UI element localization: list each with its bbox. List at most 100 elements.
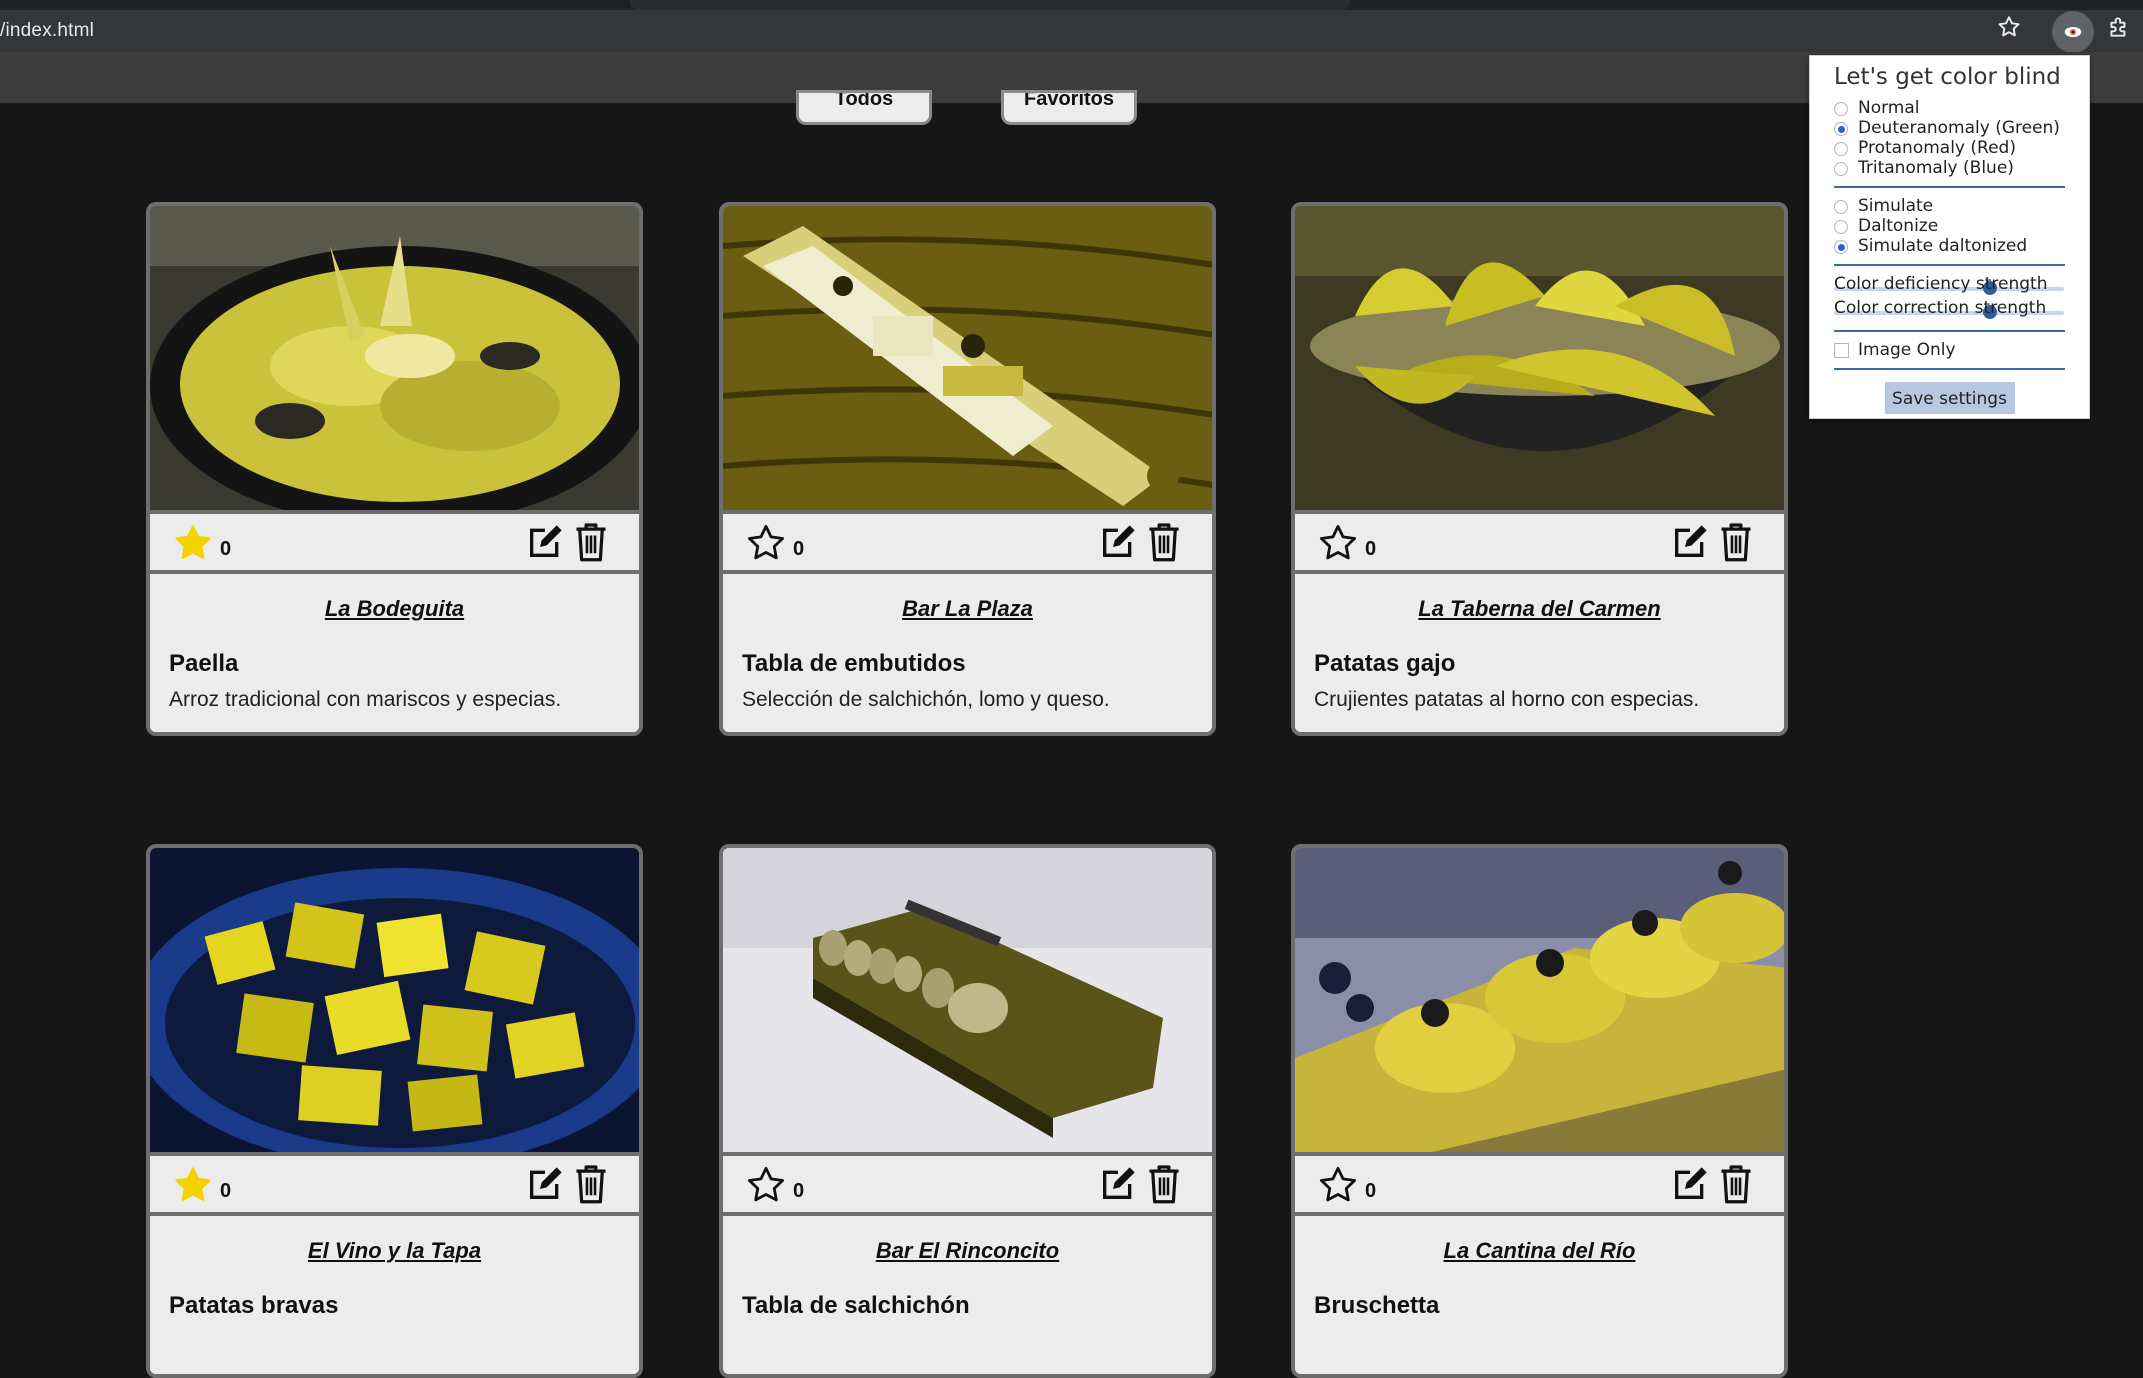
deficiency-label: Color deficiency strength (1834, 274, 2048, 294)
favorite-star-outline-icon[interactable] (1317, 522, 1359, 564)
dish-name: Tabla de embutidos (742, 650, 966, 677)
image-only-option[interactable]: Image Only (1834, 340, 2065, 360)
edit-icon[interactable] (525, 522, 565, 562)
favorite-count: 0 (1365, 538, 1377, 560)
popup-title: Let's get color blind (1834, 64, 2061, 90)
dish-card: 0 Bar La Plaza Tabla de embutidos Selecc… (719, 202, 1216, 736)
trash-icon[interactable] (571, 1163, 611, 1205)
edit-icon[interactable] (1098, 522, 1138, 562)
favorite-count: 0 (1365, 1180, 1377, 1202)
option-protanomaly[interactable]: Protanomaly (Red) (1834, 138, 2065, 158)
restaurant-link[interactable]: La Cantina del Río (1314, 1238, 1765, 1264)
card-actions: 0 (1295, 514, 1784, 574)
radio-protanomaly[interactable] (1834, 142, 1848, 156)
dish-card: 0 Bar El Rinconcito Tabla de salchichón (719, 844, 1216, 1378)
dish-name: Patatas bravas (169, 1292, 339, 1319)
mode-daltonize[interactable]: Daltonize (1834, 216, 2065, 236)
edit-icon[interactable] (1670, 522, 1710, 562)
favorite-count: 0 (220, 538, 232, 560)
restaurant-link[interactable]: La Bodeguita (169, 596, 620, 622)
restaurant-link[interactable]: Bar La Plaza (742, 596, 1193, 622)
radio-tritanomaly[interactable] (1834, 162, 1848, 176)
option-deuteranomaly[interactable]: Deuteranomaly (Green) (1834, 118, 2065, 138)
option-label: Deuteranomaly (Green) (1858, 118, 2060, 138)
option-label: Protanomaly (Red) (1858, 138, 2016, 158)
dish-card: 0 La Bodeguita Paella Arroz tradicional … (146, 202, 643, 736)
puzzle-icon[interactable] (2106, 14, 2132, 40)
card-actions: 0 (150, 514, 639, 574)
radio-simulate-daltonized[interactable] (1834, 240, 1848, 254)
tab-strip (0, 0, 2143, 10)
dish-card: 0 El Vino y la Tapa Patatas bravas (146, 844, 643, 1378)
dish-image-patatas-gajo (1295, 206, 1784, 514)
card-body: Bar La Plaza Tabla de embutidos Selecció… (723, 574, 1212, 732)
eye-icon (2064, 26, 2082, 38)
option-label: Tritanomaly (Blue) (1858, 158, 2014, 178)
browser-toolbar: /index.html (0, 0, 2143, 53)
favorite-count: 0 (793, 538, 805, 560)
card-actions: 0 (723, 514, 1212, 574)
filter-all-label: Todos (834, 90, 894, 110)
mode-simulate-daltonized[interactable]: Simulate daltonized (1834, 236, 2065, 256)
dish-name: Paella (169, 650, 239, 677)
trash-icon[interactable] (1716, 521, 1756, 563)
filter-all-button[interactable]: Todos (796, 90, 932, 125)
favorite-count: 0 (220, 1180, 232, 1202)
favorite-star-outline-icon[interactable] (745, 1164, 787, 1206)
divider (1834, 186, 2065, 188)
correction-strength-slider[interactable]: Color correction strength (1834, 298, 2065, 322)
card-body: La Cantina del Río Bruschetta (1295, 1216, 1784, 1374)
radio-simulate[interactable] (1834, 200, 1848, 214)
card-actions: 0 (723, 1156, 1212, 1216)
dish-image-paella (150, 206, 639, 514)
dish-name: Tabla de salchichón (742, 1292, 970, 1319)
restaurant-link[interactable]: Bar El Rinconcito (742, 1238, 1193, 1264)
correction-label: Color correction strength (1834, 298, 2047, 318)
mode-simulate[interactable]: Simulate (1834, 196, 2065, 216)
bookmark-star-icon[interactable] (1996, 14, 2022, 40)
address-bar[interactable]: /index.html (0, 20, 94, 42)
favorite-star-outline-icon[interactable] (745, 522, 787, 564)
edit-icon[interactable] (1670, 1164, 1710, 1204)
filter-favorites-button[interactable]: Favoritos (1001, 90, 1137, 125)
divider (1834, 330, 2065, 332)
card-body: La Taberna del Carmen Patatas gajo Cruji… (1295, 574, 1784, 732)
restaurant-link[interactable]: El Vino y la Tapa (169, 1238, 620, 1264)
trash-icon[interactable] (571, 521, 611, 563)
deficiency-strength-slider[interactable]: Color deficiency strength (1834, 274, 2065, 298)
card-body: La Bodeguita Paella Arroz tradicional co… (150, 574, 639, 732)
card-actions: 0 (1295, 1156, 1784, 1216)
favorite-star-outline-icon[interactable] (1317, 1164, 1359, 1206)
option-label: Normal (1858, 98, 1920, 118)
option-tritanomaly[interactable]: Tritanomaly (Blue) (1834, 158, 2065, 178)
restaurant-link[interactable]: La Taberna del Carmen (1314, 596, 1765, 622)
option-normal[interactable]: Normal (1834, 98, 2065, 118)
edit-icon[interactable] (525, 1164, 565, 1204)
dish-image-bruschetta (1295, 848, 1784, 1156)
favorite-star-icon[interactable] (172, 522, 214, 564)
trash-icon[interactable] (1144, 521, 1184, 563)
trash-icon[interactable] (1144, 1163, 1184, 1205)
filter-favorites-label: Favoritos (1023, 90, 1115, 110)
save-settings-button[interactable]: Save settings (1884, 382, 2015, 414)
radio-normal[interactable] (1834, 102, 1848, 116)
radio-deuteranomaly[interactable] (1834, 122, 1848, 136)
dish-name: Patatas gajo (1314, 650, 1456, 677)
edit-icon[interactable] (1098, 1164, 1138, 1204)
mode-label: Simulate daltonized (1858, 236, 2028, 256)
trash-icon[interactable] (1716, 1163, 1756, 1205)
divider (1834, 264, 2065, 266)
dish-name: Bruschetta (1314, 1292, 1440, 1319)
favorite-star-icon[interactable] (172, 1164, 214, 1206)
image-only-label: Image Only (1858, 340, 1956, 360)
color-blind-popup: Let's get color blind Normal Deuteranoma… (1809, 55, 2090, 419)
active-tab[interactable] (630, 0, 1350, 10)
divider (1834, 368, 2065, 370)
radio-daltonize[interactable] (1834, 220, 1848, 234)
image-only-checkbox[interactable] (1834, 343, 1849, 358)
card-body: Bar El Rinconcito Tabla de salchichón (723, 1216, 1212, 1374)
dish-description: Arroz tradicional con mariscos y especia… (169, 688, 562, 711)
color-blind-extension-button[interactable] (2052, 11, 2094, 53)
card-body: El Vino y la Tapa Patatas bravas (150, 1216, 639, 1374)
dish-card: 0 La Cantina del Río Bruschetta (1291, 844, 1788, 1378)
